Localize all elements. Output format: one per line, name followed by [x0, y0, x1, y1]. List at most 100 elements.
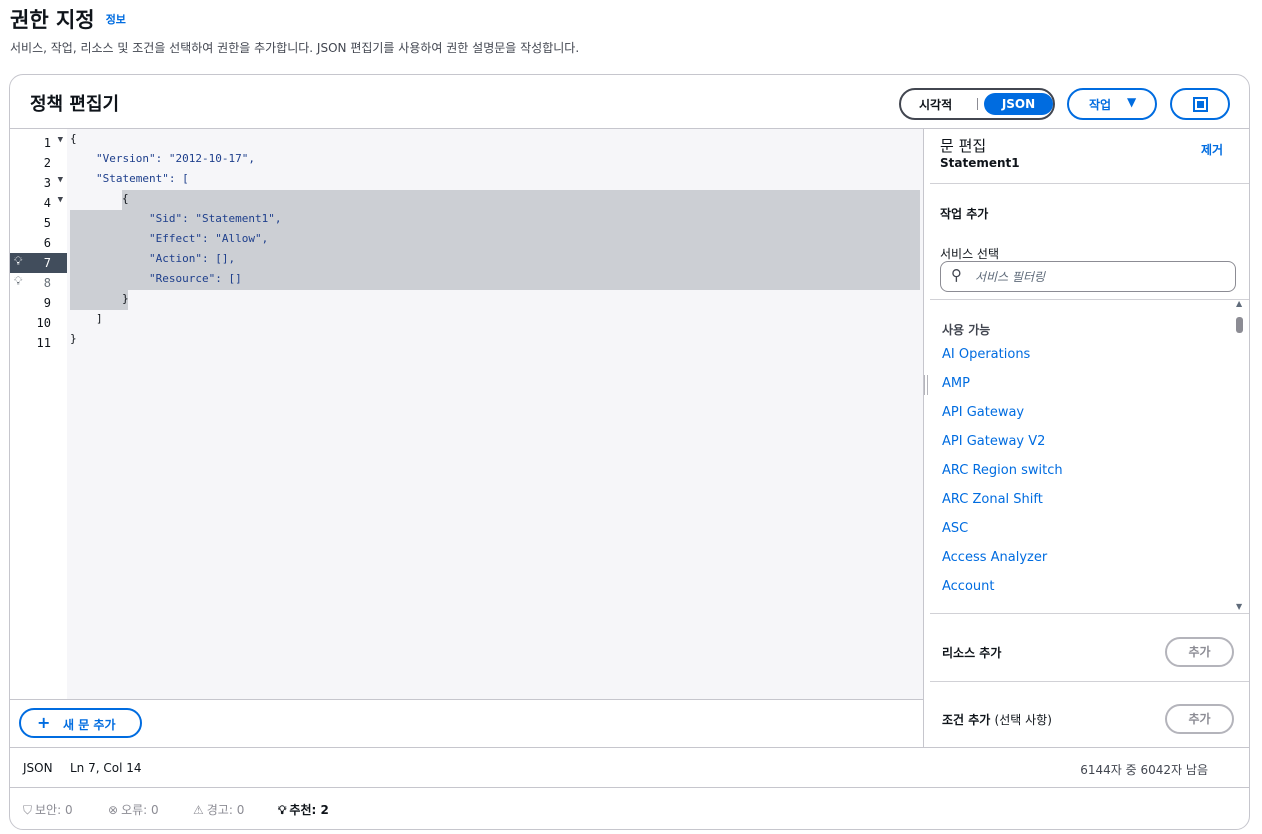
code-line: } — [122, 292, 129, 305]
info-link[interactable]: 정보 — [106, 11, 126, 27]
cursor-position: Ln 7, Col 14 — [70, 761, 142, 775]
panel-resize-handle[interactable] — [924, 375, 928, 395]
line-number: 7 — [43, 256, 51, 270]
service-item[interactable]: Account — [942, 579, 995, 594]
divider — [930, 613, 1249, 614]
add-condition-label: 조건 추가 (선택 사항) — [942, 711, 1052, 728]
policy-editor-container: 정책 편집기 시각적 JSON 작업 ▼ 1 ▼ 2 3 ▼ 4 ▼ 5 6 💡︎ 7 … — [9, 74, 1250, 830]
gutter-line: 3 ▼ — [10, 173, 67, 193]
gutter-line: 5 — [10, 213, 67, 233]
service-search-field[interactable]: ⚲ — [940, 261, 1236, 292]
security-check[interactable]: ⛉ 보안: 0 — [23, 801, 73, 818]
caret-down-icon: ▼ — [1127, 95, 1137, 109]
scroll-up-icon[interactable]: ▲ — [1236, 299, 1242, 308]
line-gutter: 1 ▼ 2 3 ▼ 4 ▼ 5 6 💡︎ 7 💡︎ 8 9 10 11 — [10, 129, 67, 699]
policy-checks-bar: ⛉ 보안: 0 ⊗ 오류: 0 ⚠ 경고: 0 💡︎ 추천: 2 — [10, 788, 1249, 829]
service-item[interactable]: API Gateway V2 — [942, 434, 1045, 449]
line-number: 5 — [43, 216, 51, 230]
status-language: JSON — [23, 761, 53, 775]
code-line: "Statement": [ — [96, 172, 189, 185]
suggestions-check[interactable]: 💡︎ 추천: 2 — [278, 801, 329, 818]
code-line: { — [122, 192, 129, 205]
service-list-scrollbar[interactable]: ▲ ▼ — [1235, 299, 1245, 613]
divider — [930, 183, 1249, 184]
page-title: 권한 지정 — [10, 8, 95, 32]
lightbulb-icon[interactable]: 💡︎ — [14, 274, 22, 289]
fullscreen-button[interactable] — [1170, 88, 1230, 120]
text-selection — [70, 290, 128, 310]
mode-visual-option[interactable]: 시각적 — [919, 96, 952, 113]
mode-divider — [977, 98, 978, 110]
service-item[interactable]: ASC — [942, 521, 968, 536]
status-bar: JSON Ln 7, Col 14 6144자 중 6042자 남음 — [10, 747, 1249, 788]
warning-icon: ⚠ — [193, 803, 204, 817]
add-resource-label: 리소스 추가 — [942, 646, 1002, 660]
errors-check[interactable]: ⊗ 오류: 0 — [108, 801, 159, 818]
code-editor[interactable]: 1 ▼ 2 3 ▼ 4 ▼ 5 6 💡︎ 7 💡︎ 8 9 10 11 { "Versio… — [10, 129, 924, 699]
code-line: } — [70, 332, 77, 345]
add-condition-text: 조건 추가 — [942, 713, 991, 727]
line-number: 1 — [43, 136, 51, 150]
scroll-down-icon[interactable]: ▼ — [1236, 602, 1242, 611]
shield-icon: ⛉ — [23, 803, 33, 817]
line-number: 11 — [36, 336, 51, 350]
code-line-active: "Action": [], — [149, 252, 236, 265]
gutter-line: 💡︎ 8 — [10, 273, 67, 293]
line-number: 8 — [43, 276, 51, 290]
fold-icon[interactable]: ▼ — [58, 175, 63, 185]
line-number: 9 — [43, 296, 51, 310]
text-selection — [122, 190, 920, 210]
errors-count: 오류: 0 — [121, 803, 159, 817]
actions-button-label: 작업 — [1089, 98, 1112, 112]
gutter-line: 6 — [10, 233, 67, 253]
security-count: 보안: 0 — [35, 803, 73, 817]
line-number: 10 — [36, 316, 51, 330]
editor-header: 정책 편집기 시각적 JSON 작업 ▼ — [10, 75, 1249, 129]
lightbulb-icon: 💡︎ — [278, 803, 287, 817]
service-item[interactable]: ARC Zonal Shift — [942, 492, 1043, 507]
lightbulb-icon[interactable]: 💡︎ — [14, 254, 22, 269]
character-count: 6144자 중 6042자 남음 — [1080, 763, 1208, 777]
code-line: { — [70, 132, 77, 145]
add-statement-button[interactable]: + 새 문 추가 — [19, 708, 142, 738]
gutter-line: 4 ▼ — [10, 193, 67, 213]
scroll-thumb[interactable] — [1236, 317, 1243, 333]
fullscreen-icon — [1193, 97, 1208, 112]
add-actions-heading: 작업 추가 — [940, 207, 989, 221]
editor-title: 정책 편집기 — [30, 94, 120, 115]
divider — [930, 681, 1249, 682]
available-heading: 사용 가능 — [942, 323, 991, 337]
add-condition-button[interactable]: 추가 — [1165, 704, 1234, 734]
service-item[interactable]: API Gateway — [942, 405, 1024, 420]
line-number: 6 — [43, 236, 51, 250]
gutter-line: 1 ▼ — [10, 133, 67, 153]
error-icon: ⊗ — [108, 803, 119, 817]
optional-tag: (선택 사항) — [994, 713, 1052, 727]
fold-icon[interactable]: ▼ — [58, 135, 63, 145]
warnings-count: 경고: 0 — [206, 803, 245, 817]
service-search-input[interactable] — [975, 267, 1225, 287]
code-line: "Effect": "Allow", — [149, 232, 269, 245]
page-header: 권한 지정 정보 — [10, 4, 1250, 34]
service-list: 사용 가능 AI Operations AMP API Gateway API … — [930, 299, 1249, 613]
code-footer — [10, 699, 924, 747]
fold-icon[interactable]: ▼ — [58, 195, 63, 205]
service-item[interactable]: AMP — [942, 376, 970, 391]
remove-statement-link[interactable]: 제거 — [1201, 141, 1223, 158]
warnings-check[interactable]: ⚠ 경고: 0 — [193, 801, 244, 818]
service-item[interactable]: AI Operations — [942, 347, 1030, 362]
statement-name: Statement1 — [940, 156, 1020, 170]
mode-toggle: 시각적 JSON — [899, 88, 1055, 120]
mode-json-option[interactable]: JSON — [984, 93, 1053, 115]
gutter-line: 10 — [10, 313, 67, 333]
service-item[interactable]: ARC Region switch — [942, 463, 1063, 478]
add-resource-button[interactable]: 추가 — [1165, 637, 1234, 667]
gutter-line: 2 — [10, 153, 67, 173]
search-icon: ⚲ — [951, 266, 962, 284]
page-description: 서비스, 작업, 리소스 및 조건을 선택하여 권한을 추가합니다. JSON … — [10, 41, 580, 55]
gutter-line: 9 — [10, 293, 67, 313]
gutter-line-active: 💡︎ 7 — [10, 253, 67, 273]
service-item[interactable]: Access Analyzer — [942, 550, 1047, 565]
plus-icon: + — [37, 713, 51, 732]
actions-dropdown-button[interactable]: 작업 ▼ — [1067, 88, 1157, 120]
